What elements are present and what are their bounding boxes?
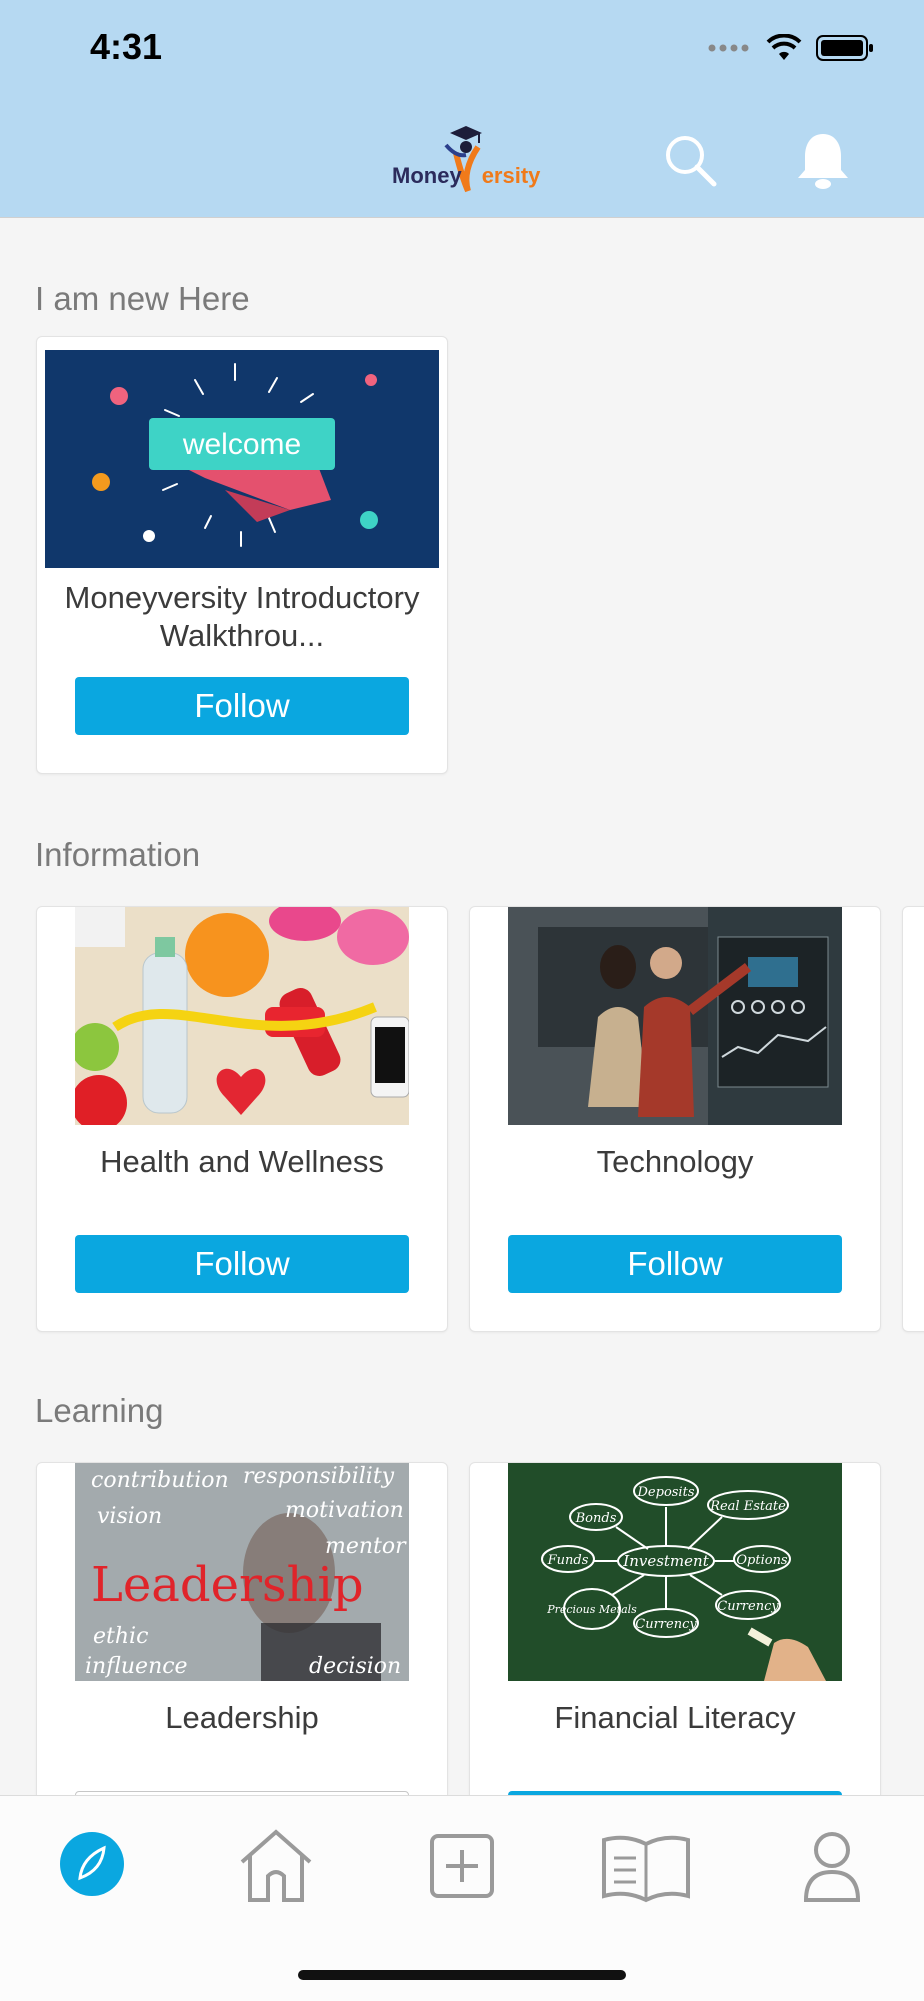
health-image xyxy=(75,907,409,1125)
leadership-image: contribution responsibility vision motiv… xyxy=(75,1463,409,1681)
status-icons xyxy=(708,32,874,68)
status-time: 4:31 xyxy=(90,26,163,67)
financial-literacy-image: Deposits Bonds Real Estate Funds Investm… xyxy=(508,1463,842,1681)
logo-text-ersity: ersity xyxy=(481,163,541,188)
section-title-learning: Learning xyxy=(35,1392,164,1429)
welcome-image: welcome xyxy=(45,350,439,568)
tab-library[interactable] xyxy=(600,1826,692,1906)
search-icon xyxy=(666,136,717,187)
bell-icon xyxy=(798,134,848,189)
section-title-new-here: I am new Here xyxy=(35,280,250,317)
follow-button[interactable]: Follow xyxy=(75,677,409,735)
welcome-image-text: welcome xyxy=(182,428,301,461)
word-currency-2: Currency xyxy=(717,1599,779,1614)
notifications-button[interactable] xyxy=(793,130,853,190)
card-title: Technology xyxy=(596,1144,754,1179)
word-motivation: motivation xyxy=(285,1498,404,1523)
card-title: Moneyversity Introductory Walkthrou... xyxy=(64,580,420,653)
card-health-and-wellness[interactable]: Health and Wellness Follow xyxy=(36,906,448,1332)
technology-image xyxy=(508,907,842,1125)
tab-profile[interactable] xyxy=(792,1826,872,1906)
card-title: Leadership xyxy=(165,1700,319,1735)
section-title-information: Information xyxy=(35,836,201,873)
word-influence: influence xyxy=(85,1654,188,1679)
wifi-icon xyxy=(766,33,802,67)
book-icon xyxy=(602,1835,690,1903)
explore-icon xyxy=(60,1832,124,1896)
tab-explore[interactable] xyxy=(52,1824,132,1904)
follow-button[interactable]: Follow xyxy=(75,1235,409,1293)
word-bonds: Bonds xyxy=(575,1511,617,1526)
search-button[interactable] xyxy=(660,130,720,190)
card-technology[interactable]: Technology Follow xyxy=(469,906,881,1332)
app-header: 4:31 Money ersity xyxy=(0,0,924,218)
follow-button[interactable]: Follow xyxy=(508,1235,842,1293)
word-contribution: contribution xyxy=(91,1468,229,1493)
tab-add[interactable] xyxy=(422,1826,502,1906)
word-mentor: mentor xyxy=(325,1534,407,1559)
card-title: Health and Wellness xyxy=(100,1144,384,1179)
logo-text-money: Money xyxy=(392,163,462,188)
card-introductory-walkthrough[interactable]: welcome Moneyversity Introductory Walkth… xyxy=(36,336,448,774)
word-funds: Funds xyxy=(547,1553,589,1568)
profile-icon xyxy=(803,1832,861,1902)
word-real-estate: Real Estate xyxy=(709,1499,786,1514)
add-icon xyxy=(430,1834,494,1898)
word-deposits: Deposits xyxy=(637,1485,695,1500)
word-leadership: Leadership xyxy=(91,1557,364,1613)
word-investment: Investment xyxy=(622,1552,709,1570)
word-ethic: ethic xyxy=(93,1624,148,1649)
battery-icon xyxy=(816,34,874,67)
word-options: Options xyxy=(736,1553,788,1568)
card-partial[interactable] xyxy=(902,906,924,1332)
word-vision: vision xyxy=(97,1504,162,1529)
signal-icon xyxy=(708,41,752,59)
word-precious-metals: Precious Metals xyxy=(546,1603,637,1616)
word-responsibility: responsibility xyxy=(243,1464,395,1489)
word-decision: decision xyxy=(309,1654,401,1679)
word-currency-1: Currency xyxy=(635,1617,697,1632)
tab-home[interactable] xyxy=(236,1826,316,1906)
card-title: Financial Literacy xyxy=(554,1700,796,1735)
home-icon xyxy=(240,1829,312,1902)
home-indicator xyxy=(298,1970,626,1980)
